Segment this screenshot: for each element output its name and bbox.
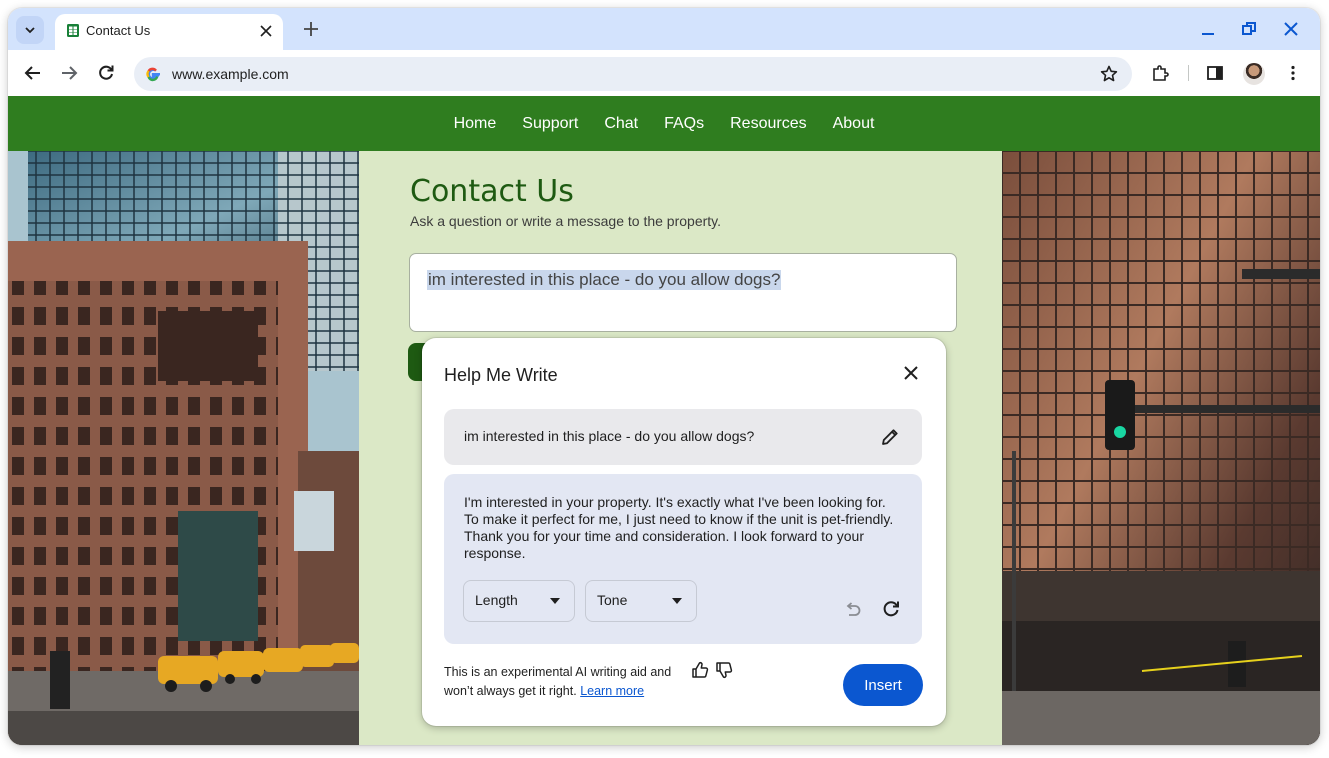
close-icon[interactable] (902, 364, 920, 382)
menu-icon[interactable] (1284, 64, 1302, 82)
length-dropdown[interactable]: Length (463, 580, 575, 622)
site-nav: Home Support Chat FAQs Resources About (8, 96, 1320, 151)
browser-toolbar: www.example.com (8, 50, 1320, 96)
restore-icon[interactable] (1240, 20, 1258, 38)
pencil-icon[interactable] (880, 427, 900, 447)
insert-button[interactable]: Insert (843, 664, 923, 706)
result-text: I'm interested in your property. It's ex… (464, 494, 894, 561)
tone-dropdown[interactable]: Tone (585, 580, 697, 622)
nav-chat[interactable]: Chat (604, 115, 638, 133)
building-photo-left (8, 151, 359, 745)
toolbar-separator (1188, 65, 1189, 81)
reload-icon[interactable] (97, 64, 115, 82)
web-page: Home Support Chat FAQs Resources About C… (8, 96, 1320, 745)
star-icon[interactable] (1100, 65, 1118, 83)
spreadsheet-favicon-icon (67, 24, 79, 37)
nav-support[interactable]: Support (522, 115, 578, 133)
tone-label: Tone (597, 592, 628, 608)
avatar[interactable] (1243, 63, 1265, 85)
prompt-text: im interested in this place - do you all… (464, 428, 755, 444)
side-panel-icon[interactable] (1206, 64, 1224, 82)
url-text: www.example.com (172, 66, 289, 82)
help-me-write-dialog: Help Me Write im interested in this plac… (422, 338, 946, 726)
caret-down-icon (550, 598, 560, 604)
message-text: im interested in this place - do you all… (427, 270, 782, 290)
minimize-icon[interactable] (1199, 20, 1217, 38)
disclaimer-line2: won’t always get it right. (444, 684, 577, 698)
disclaimer: This is an experimental AI writing aid a… (444, 663, 671, 701)
disclaimer-line1: This is an experimental AI writing aid a… (444, 665, 672, 679)
prompt-box[interactable]: im interested in this place - do you all… (444, 409, 922, 465)
window-close-icon[interactable] (1282, 20, 1300, 38)
nav-about[interactable]: About (833, 115, 875, 133)
learn-more-link[interactable]: Learn more (580, 684, 644, 698)
page-title: Contact Us (410, 174, 574, 209)
tab-strip: Contact Us (8, 8, 1320, 50)
active-tab[interactable]: Contact Us (55, 14, 283, 50)
page-subtitle: Ask a question or write a message to the… (410, 213, 722, 229)
plus-icon[interactable] (302, 20, 320, 38)
nav-faqs[interactable]: FAQs (664, 115, 704, 133)
google-icon (146, 67, 160, 82)
address-bar[interactable]: www.example.com (134, 57, 1132, 91)
forward-icon[interactable] (60, 64, 78, 82)
result-box: I'm interested in your property. It's ex… (444, 474, 922, 644)
building-photo-right (1002, 151, 1320, 745)
message-textarea[interactable]: im interested in this place - do you all… (409, 253, 957, 332)
extensions-icon[interactable] (1151, 64, 1169, 82)
nav-home[interactable]: Home (454, 115, 497, 133)
close-icon[interactable] (259, 24, 273, 38)
tab-title: Contact Us (86, 23, 151, 38)
nav-resources[interactable]: Resources (730, 115, 806, 133)
dialog-title: Help Me Write (444, 365, 558, 385)
back-icon[interactable] (24, 64, 42, 82)
tab-search-icon (25, 27, 35, 34)
caret-down-icon (672, 598, 682, 604)
refresh-icon[interactable] (882, 599, 901, 618)
browser-window: Contact Us www.example.com Home Support … (8, 8, 1320, 745)
thumbs-down-icon[interactable] (715, 661, 733, 679)
undo-icon[interactable] (844, 600, 862, 618)
tab-search-button[interactable] (16, 16, 44, 44)
length-label: Length (475, 592, 518, 608)
thumbs-up-icon[interactable] (691, 661, 709, 679)
